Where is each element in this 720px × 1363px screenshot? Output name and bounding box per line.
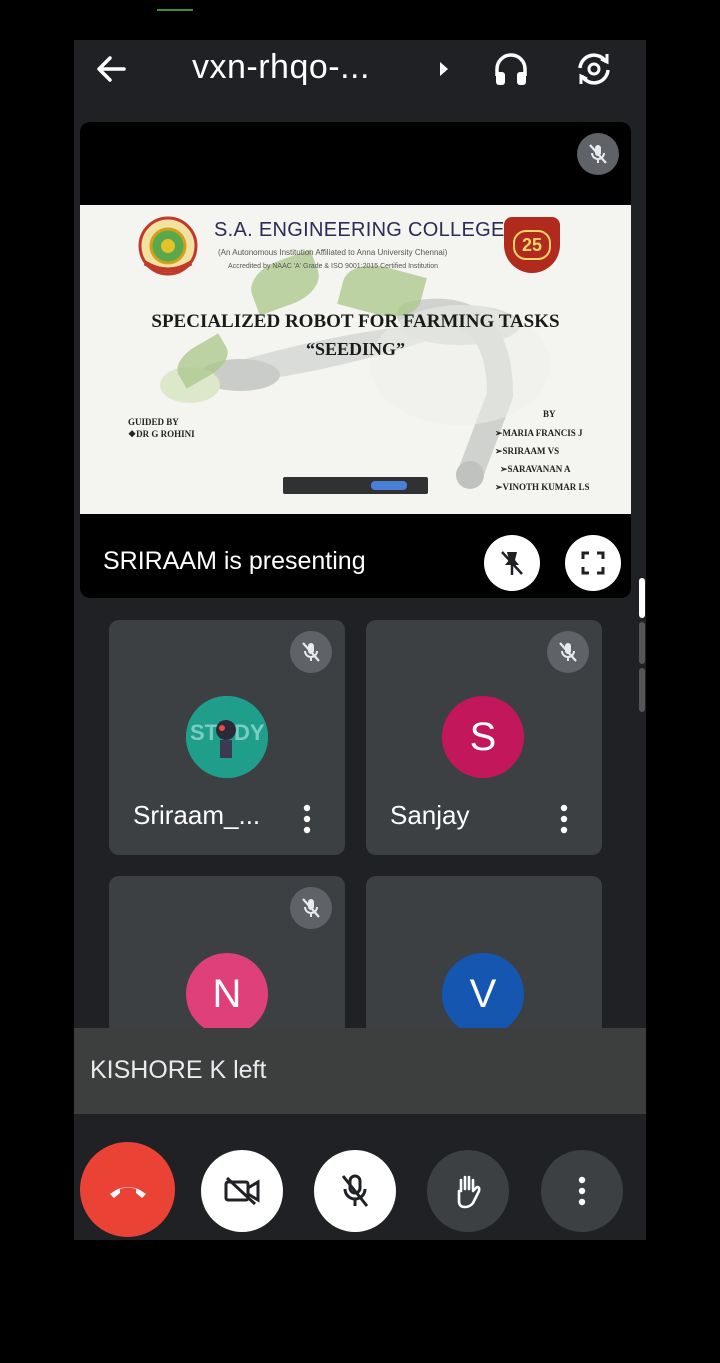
avatar: STUDY [186,696,268,778]
mic-off-icon [341,1174,369,1207]
participant-tile[interactable]: V [366,876,602,1036]
avatar: S [442,696,524,778]
scrollbar-segment [639,668,645,712]
chevron-right-icon[interactable] [436,58,452,80]
phone-hangup-icon [109,1186,146,1198]
shared-slide: S.A. ENGINEERING COLLEGE (An Autonomous … [80,205,631,514]
college-logo-icon [138,216,198,276]
status-indicator [157,9,193,11]
toast-message: KISHORE K left [90,1056,267,1084]
headphones-icon[interactable] [492,50,530,88]
participant-tile[interactable]: S Sanjay [366,620,602,855]
camera-off-icon [224,1176,260,1206]
by-label: BY [543,409,556,419]
author-item: ➢MARIA FRANCIS J [495,428,583,438]
screen-share-notice-bar [283,477,428,494]
switch-camera-icon[interactable] [574,50,614,88]
mic-off-icon [547,631,589,673]
college-accreditation: Accredited by NAAC 'A' Grade & ISO 9001:… [228,263,439,270]
pin-off-icon [501,551,523,575]
mic-off-icon [290,631,332,673]
end-call-button[interactable] [80,1142,175,1237]
presenter-label: SRIRAAM is presenting [103,547,366,575]
author-item: ➢SARAVANAN A [500,464,571,474]
more-options-icon[interactable] [303,804,311,834]
scrollbar-thumb[interactable] [639,578,645,618]
participant-name: Sriraam_... [133,800,261,830]
back-arrow-icon[interactable] [94,52,128,86]
meeting-code[interactable]: vxn-rhqo-... [192,48,370,87]
more-options-button[interactable] [541,1150,623,1232]
author-item: ➢VINOTH KUMAR LS [495,482,590,492]
presentation-panel: S.A. ENGINEERING COLLEGE (An Autonomous … [80,122,631,598]
profile-picture: STUDY [186,696,268,778]
raise-hand-button[interactable] [427,1150,509,1232]
presenter-mic-off-icon [577,133,619,175]
unpin-button[interactable] [484,535,540,591]
guided-by-label: GUIDED BY [128,417,179,427]
stop-sharing-chip [371,481,407,490]
author-item: ➢SRIRAAM VS [495,446,560,456]
microphone-toggle-button[interactable] [314,1150,396,1232]
slide-subtitle: “SEEDING” [305,339,406,359]
participant-tile[interactable]: STUDY Sriraam_... [109,620,345,855]
fullscreen-button[interactable] [565,535,621,591]
mic-off-icon [290,887,332,929]
college-name: S.A. ENGINEERING COLLEGE [214,219,505,241]
scrollbar-segment [639,622,645,664]
more-vert-icon [578,1176,586,1206]
avatar: N [186,953,268,1035]
hand-icon [457,1175,481,1209]
participant-tile[interactable]: N [109,876,345,1036]
slide-title: SPECIALIZED ROBOT FOR FARMING TASKS [151,311,560,332]
fullscreen-icon [581,551,605,575]
anniversary-badge: 25 [504,217,560,273]
avatar: V [442,953,524,1035]
badge-number: 25 [513,230,551,260]
college-subtitle: (An Autonomous Institution Affiliated to… [218,248,448,257]
participant-name: Sanjay [390,800,470,830]
more-options-icon[interactable] [560,804,568,834]
camera-toggle-button[interactable] [201,1150,283,1232]
guide-name: ❖DR G ROHINI [128,429,195,439]
notification-toast: KISHORE K left [74,1028,646,1114]
